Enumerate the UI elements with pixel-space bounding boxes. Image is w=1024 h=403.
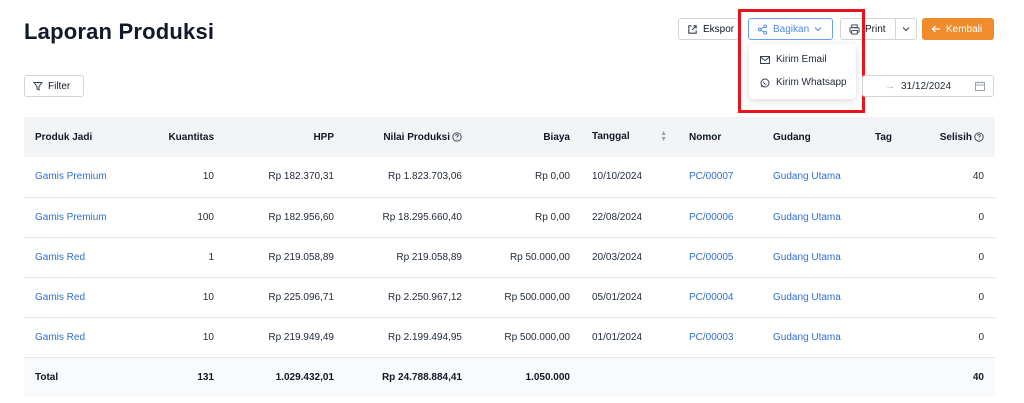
number-link[interactable]: PC/00005: [678, 237, 762, 277]
hpp-cell: Rp 182.370,31: [268, 171, 334, 183]
date-cell: 20/03/2024: [592, 251, 643, 263]
chevron-down-icon: [902, 27, 910, 32]
tag-cell: [864, 237, 924, 277]
product-link[interactable]: Gamis Red: [24, 237, 135, 277]
table-row: Gamis Premium 10 Rp 182.370,31 Rp 1.823.…: [24, 157, 995, 197]
quantity-cell: 1: [208, 251, 214, 263]
sort-icon[interactable]: ▲ ▼: [660, 130, 667, 143]
number-link[interactable]: PC/00004: [678, 277, 762, 317]
date-range-picker[interactable]: → 31/12/2024: [862, 75, 994, 97]
date-cell: 05/01/2024: [592, 291, 643, 303]
production-value-cell: Rp 1.823.703,06: [388, 171, 462, 183]
column-header[interactable]: HPP: [225, 117, 345, 157]
total-hpp: 1.029.432,01: [275, 371, 334, 383]
hpp-cell: Rp 182.956,60: [268, 211, 334, 223]
export-icon: [688, 24, 697, 34]
warehouse-link[interactable]: Gudang Utama: [762, 317, 864, 357]
cost-cell: Rp 500.000,00: [504, 331, 570, 343]
help-circle-icon[interactable]: [974, 131, 984, 142]
number-link[interactable]: PC/00006: [678, 197, 762, 237]
difference-cell: 40: [972, 171, 984, 183]
back-label: Kembali: [946, 23, 983, 35]
cost-cell: Rp 0,00: [534, 171, 570, 183]
back-button[interactable]: Kembali: [922, 18, 994, 40]
filter-icon: [33, 82, 43, 91]
total-label: Total: [35, 371, 59, 383]
cost-cell: Rp 500.000,00: [504, 291, 570, 303]
table-header-row: Produk Jadi Kuantitas HPP Nilai Produksi…: [24, 117, 995, 157]
production-value-cell: Rp 2.250.967,12: [388, 291, 462, 303]
column-header[interactable]: Kuantitas: [135, 117, 225, 157]
column-header[interactable]: Nilai Produksi: [345, 117, 473, 157]
calendar-icon[interactable]: [975, 81, 985, 91]
hpp-cell: Rp 225.096,71: [268, 291, 334, 303]
quantity-cell: 10: [202, 291, 214, 303]
difference-cell: 0: [978, 331, 984, 343]
tag-cell: [864, 317, 924, 357]
help-circle-icon[interactable]: [452, 131, 462, 142]
date-cell: 01/01/2024: [592, 331, 643, 343]
quantity-cell: 100: [197, 211, 214, 223]
difference-cell: 0: [978, 291, 984, 303]
product-link[interactable]: Gamis Premium: [24, 157, 135, 197]
column-header-label: Nilai Produksi: [383, 131, 450, 143]
total-cost: 1.050.000: [525, 371, 571, 383]
date-cell: 10/10/2024: [592, 171, 643, 183]
hpp-cell: Rp 219.058,89: [268, 251, 334, 263]
table-row: Gamis Red 10 Rp 219.949,49 Rp 2.199.494,…: [24, 317, 995, 357]
column-header[interactable]: Produk Jadi: [24, 117, 135, 157]
product-link[interactable]: Gamis Red: [24, 317, 135, 357]
table-row: Gamis Red 1 Rp 219.058,89 Rp 219.058,89 …: [24, 237, 995, 277]
total-difference: 40: [972, 371, 984, 383]
cost-cell: Rp 50.000,00: [509, 251, 570, 263]
column-header-label: Tanggal: [592, 131, 630, 142]
column-header-label: Selisih: [939, 131, 972, 143]
filter-button[interactable]: Filter: [24, 75, 84, 97]
date-end-value[interactable]: 31/12/2024: [901, 81, 951, 92]
filter-label: Filter: [48, 80, 71, 92]
quantity-cell: 10: [202, 331, 214, 343]
table-row: Gamis Red 10 Rp 225.096,71 Rp 2.250.967,…: [24, 277, 995, 317]
export-button[interactable]: Ekspor: [678, 18, 739, 40]
date-range-separator: →: [885, 80, 895, 92]
cost-cell: Rp 0,00: [534, 211, 570, 223]
tag-cell: [864, 157, 924, 197]
table-row: Gamis Premium 100 Rp 182.956,60 Rp 18.29…: [24, 197, 995, 237]
production-value-cell: Rp 18.295.660,40: [382, 211, 462, 223]
warehouse-link[interactable]: Gudang Utama: [762, 157, 864, 197]
highlight-annotation: [738, 9, 865, 113]
warehouse-link[interactable]: Gudang Utama: [762, 197, 864, 237]
total-production-value: Rp 24.788.884,41: [381, 371, 462, 383]
difference-cell: 0: [978, 211, 984, 223]
production-report-table: Produk Jadi Kuantitas HPP Nilai Produksi…: [24, 117, 995, 397]
product-link[interactable]: Gamis Premium: [24, 197, 135, 237]
tag-cell: [864, 197, 924, 237]
difference-cell: 0: [978, 251, 984, 263]
print-label: Print: [865, 23, 886, 35]
production-value-cell: Rp 219.058,89: [396, 251, 462, 263]
column-header[interactable]: Nomor: [678, 117, 762, 157]
product-link[interactable]: Gamis Red: [24, 277, 135, 317]
date-cell: 22/08/2024: [592, 211, 643, 223]
arrow-left-icon: [931, 25, 940, 33]
warehouse-link[interactable]: Gudang Utama: [762, 277, 864, 317]
column-header[interactable]: Tag: [864, 117, 924, 157]
tag-cell: [864, 277, 924, 317]
column-header[interactable]: Biaya: [473, 117, 581, 157]
number-link[interactable]: PC/00007: [678, 157, 762, 197]
export-label: Ekspor: [703, 23, 735, 35]
column-header[interactable]: Tanggal ▲ ▼: [581, 117, 678, 157]
table-total-row: Total 131 1.029.432,01 Rp 24.788.884,41 …: [24, 357, 995, 397]
quantity-cell: 10: [202, 171, 214, 183]
warehouse-link[interactable]: Gudang Utama: [762, 237, 864, 277]
page-title: Laporan Produksi: [24, 19, 215, 44]
total-quantity: 131: [197, 371, 214, 383]
hpp-cell: Rp 219.949,49: [268, 331, 334, 343]
column-header[interactable]: Selisih: [924, 117, 995, 157]
column-header[interactable]: Gudang: [762, 117, 864, 157]
number-link[interactable]: PC/00003: [678, 317, 762, 357]
print-options-button[interactable]: [895, 18, 917, 40]
production-value-cell: Rp 2.199.494,95: [388, 331, 462, 343]
